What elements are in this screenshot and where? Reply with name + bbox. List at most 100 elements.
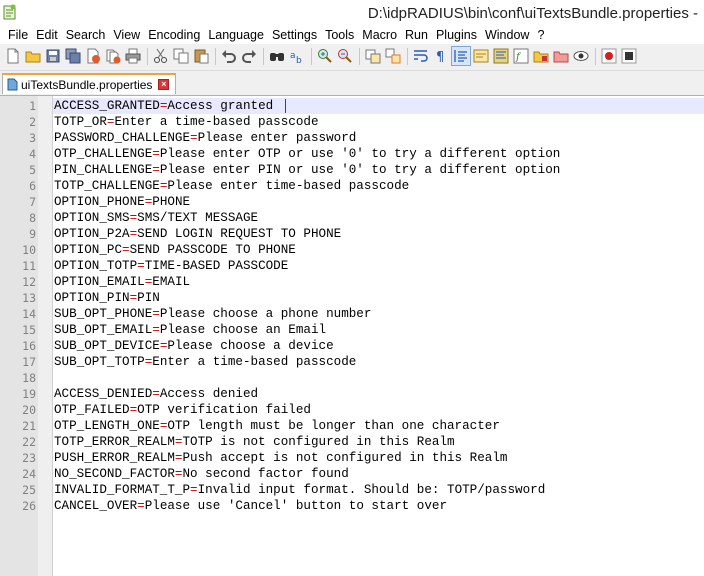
- code-line[interactable]: 19 ACCESS_DENIED=Access denied: [0, 386, 704, 402]
- sync-vertical-icon[interactable]: [364, 47, 382, 65]
- code-line[interactable]: 9 OPTION_P2A=SEND LOGIN REQUEST TO PHONE: [0, 226, 704, 242]
- code-line[interactable]: 22 TOTP_ERROR_REALM=TOTP is not configure…: [0, 434, 704, 450]
- code-line[interactable]: 18: [0, 370, 704, 386]
- code-line[interactable]: 6 TOTP_CHALLENGE=Please enter time-based …: [0, 178, 704, 194]
- code-line[interactable]: 10 OPTION_PC=SEND PASSCODE TO PHONE: [0, 242, 704, 258]
- assignment-operator: =: [137, 259, 145, 273]
- code-line[interactable]: 1 ACCESS_GRANTED=Access granted: [0, 98, 704, 114]
- code-line[interactable]: 13 OPTION_PIN=PIN: [0, 290, 704, 306]
- code-text: OPTION_PC=SEND PASSCODE TO PHONE: [54, 242, 296, 258]
- code-text: OPTION_SMS=SMS/TEXT MESSAGE: [54, 210, 258, 226]
- code-line[interactable]: 2 TOTP_OR=Enter a time-based passcode: [0, 114, 704, 130]
- menu-view[interactable]: View: [113, 28, 140, 43]
- replace-icon[interactable]: ab: [288, 47, 306, 65]
- code-line[interactable]: 23 PUSH_ERROR_REALM=Push accept is not co…: [0, 450, 704, 466]
- title-bar[interactable]: D:\idpRADIUS\bin\conf\uiTextsBundle.prop…: [0, 0, 704, 27]
- user-language-icon[interactable]: [472, 47, 490, 65]
- svg-text:b: b: [296, 56, 302, 64]
- menu-window[interactable]: Window: [485, 28, 529, 43]
- find-icon[interactable]: [268, 47, 286, 65]
- assignment-operator: =: [152, 307, 160, 321]
- menu-macro[interactable]: Macro: [362, 28, 397, 43]
- close-all-icon[interactable]: [104, 47, 122, 65]
- indent-guide-icon[interactable]: [451, 46, 471, 66]
- record-macro-icon[interactable]: [600, 47, 618, 65]
- code-line[interactable]: 12 OPTION_EMAIL=EMAIL: [0, 274, 704, 290]
- menu-settings[interactable]: Settings: [272, 28, 317, 43]
- property-key: OPTION_PHONE: [54, 195, 145, 209]
- property-value: Enter a time-based passcode: [152, 355, 357, 369]
- menu-encoding[interactable]: Encoding: [148, 28, 200, 43]
- stop-record-icon[interactable]: [620, 47, 638, 65]
- line-number: 22: [22, 435, 36, 449]
- toolbar: ab ¶ f: [0, 44, 704, 71]
- code-text: NO_SECOND_FACTOR=No second factor found: [54, 466, 349, 482]
- property-value: PIN: [137, 291, 160, 305]
- tab-close-icon[interactable]: ×: [158, 79, 170, 90]
- menu-search[interactable]: Search: [66, 28, 106, 43]
- tab-uitextsbundle[interactable]: uiTextsBundle.properties ×: [2, 73, 177, 94]
- folder-open-icon[interactable]: [552, 47, 570, 65]
- editor-area[interactable]: 1 ACCESS_GRANTED=Access granted 2 TOTP_OR=E…: [0, 96, 704, 576]
- assignment-operator: =: [152, 147, 160, 161]
- cut-icon[interactable]: [152, 47, 170, 65]
- monitoring-icon[interactable]: [572, 47, 590, 65]
- save-icon[interactable]: [44, 47, 62, 65]
- menu-plugins[interactable]: Plugins: [436, 28, 477, 43]
- code-line[interactable]: 7 OPTION_PHONE=PHONE: [0, 194, 704, 210]
- code-line[interactable]: 3 PASSWORD_CHALLENGE=Please enter passwor…: [0, 130, 704, 146]
- assignment-operator: =: [137, 499, 145, 513]
- code-line[interactable]: 8 OPTION_SMS=SMS/TEXT MESSAGE: [0, 210, 704, 226]
- code-line[interactable]: 11 OPTION_TOTP=TIME-BASED PASSCODE: [0, 258, 704, 274]
- all-characters-icon[interactable]: ¶: [432, 47, 450, 65]
- undo-icon[interactable]: [220, 47, 238, 65]
- text-caret: [285, 99, 286, 113]
- document-map-icon[interactable]: [492, 47, 510, 65]
- copy-icon[interactable]: [172, 47, 190, 65]
- property-key: OPTION_SMS: [54, 211, 130, 225]
- code-line[interactable]: 21 OTP_LENGTH_ONE=OTP length must be long…: [0, 418, 704, 434]
- menu-file[interactable]: File: [8, 28, 28, 43]
- line-number: 19: [22, 387, 36, 401]
- redo-icon[interactable]: [240, 47, 258, 65]
- menu-tools[interactable]: Tools: [325, 28, 354, 43]
- code-line[interactable]: 5 PIN_CHALLENGE=Please enter PIN or use '…: [0, 162, 704, 178]
- line-number: 11: [22, 259, 36, 273]
- code-line[interactable]: 25 INVALID_FORMAT_T_P=Invalid input forma…: [0, 482, 704, 498]
- code-line[interactable]: 17 SUB_OPT_TOTP=Enter a time-based passco…: [0, 354, 704, 370]
- code-line[interactable]: 4 OTP_CHALLENGE=Please enter OTP or use '…: [0, 146, 704, 162]
- code-line[interactable]: 15 SUB_OPT_EMAIL=Please choose an Email: [0, 322, 704, 338]
- function-list-icon[interactable]: f: [512, 47, 530, 65]
- menu-edit[interactable]: Edit: [36, 28, 58, 43]
- menu-language[interactable]: Language: [208, 28, 264, 43]
- open-file-icon[interactable]: [24, 47, 42, 65]
- tab-label: uiTextsBundle.properties: [21, 77, 153, 92]
- property-value: OTP length must be longer than one chara…: [167, 419, 500, 433]
- property-key: ACCESS_DENIED: [54, 387, 153, 401]
- line-number: 5: [29, 163, 36, 177]
- line-number: 26: [22, 499, 36, 513]
- property-key: TOTP_CHALLENGE: [54, 179, 160, 193]
- code-line[interactable]: 24 NO_SECOND_FACTOR=No second factor foun…: [0, 466, 704, 482]
- code-line[interactable]: 16 SUB_OPT_DEVICE=Please choose a device: [0, 338, 704, 354]
- assignment-operator: =: [129, 211, 138, 225]
- code-line[interactable]: 14 SUB_OPT_PHONE=Please choose a phone nu…: [0, 306, 704, 322]
- zoom-in-icon[interactable]: [316, 47, 334, 65]
- word-wrap-icon[interactable]: [412, 47, 430, 65]
- notepad-plus-plus-icon: [3, 4, 16, 20]
- new-file-icon[interactable]: [4, 47, 22, 65]
- folder-workspace-icon[interactable]: [532, 47, 550, 65]
- close-icon[interactable]: [84, 47, 102, 65]
- property-value: SEND LOGIN REQUEST TO PHONE: [137, 227, 342, 241]
- code-line[interactable]: 20 OTP_FAILED=OTP verification failed: [0, 402, 704, 418]
- print-icon[interactable]: [124, 47, 142, 65]
- property-key: TOTP_OR: [54, 115, 107, 129]
- save-all-icon[interactable]: [64, 47, 82, 65]
- zoom-out-icon[interactable]: [336, 47, 354, 65]
- menu-help[interactable]: ?: [537, 28, 544, 43]
- menu-run[interactable]: Run: [405, 28, 428, 43]
- sync-horizontal-icon[interactable]: [384, 47, 402, 65]
- property-key: INVALID_FORMAT_T_P: [54, 483, 191, 497]
- code-line[interactable]: 26 CANCEL_OVER=Please use 'Cancel' button…: [0, 498, 704, 514]
- paste-icon[interactable]: [192, 47, 210, 65]
